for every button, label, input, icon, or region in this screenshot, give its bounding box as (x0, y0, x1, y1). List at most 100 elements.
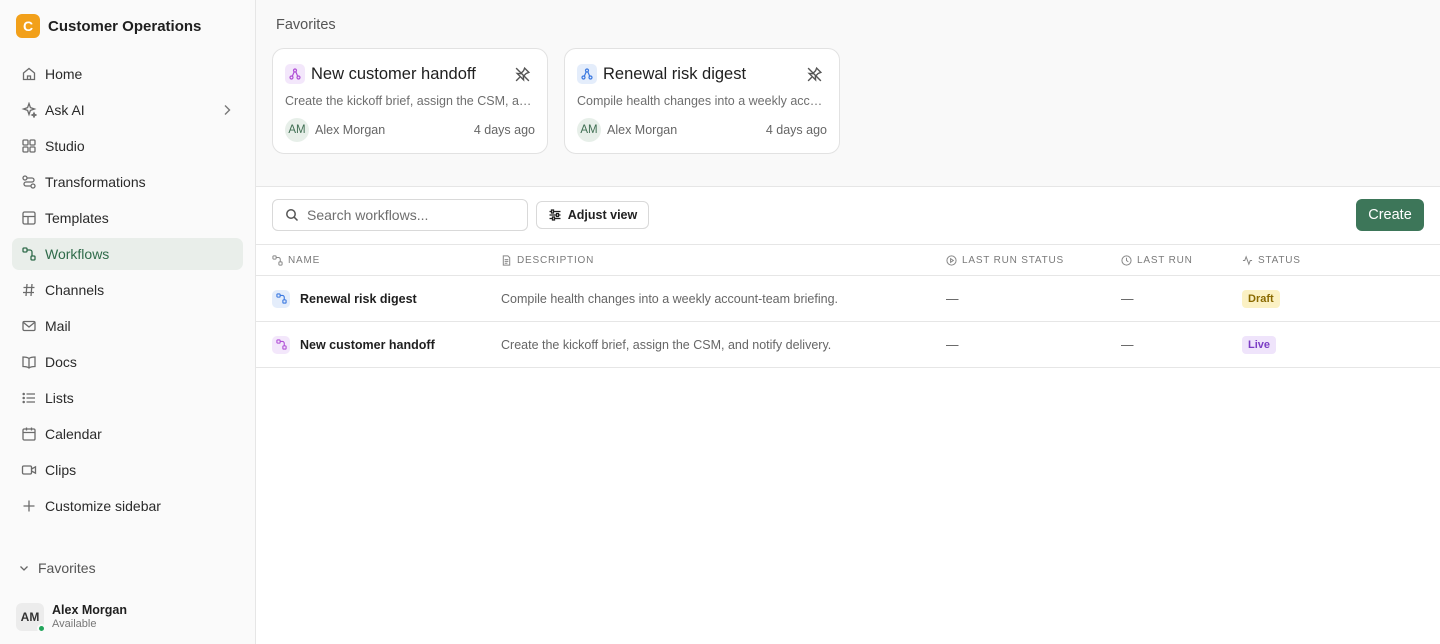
card-owner: Alex Morgan (315, 123, 386, 137)
table-row[interactable]: New customer handoff Create the kickoff … (256, 322, 1440, 368)
plus-icon (20, 498, 37, 515)
sliders-icon (548, 208, 562, 222)
sidebar-item-label: Ask AI (45, 102, 85, 118)
card-time: 4 days ago (473, 123, 535, 137)
activity-icon (1242, 255, 1253, 266)
column-label: DESCRIPTION (517, 255, 595, 266)
list-icon (20, 390, 37, 407)
last-run: — (1121, 337, 1134, 352)
unpin-icon[interactable] (514, 66, 531, 83)
sidebar-item-templates[interactable]: Templates (12, 202, 243, 234)
home-icon (20, 66, 37, 83)
sidebar-item-label: Clips (45, 462, 77, 478)
card-title: Renewal risk digest (603, 65, 747, 83)
avatar: AM (16, 603, 46, 633)
search-box[interactable] (272, 199, 528, 231)
sidebar-item-label: Customize sidebar (45, 498, 161, 514)
column-label: LAST RUN (1137, 255, 1193, 266)
avatar: AM (577, 118, 601, 142)
video-icon (20, 462, 37, 479)
transform-icon (20, 174, 37, 191)
search-icon (285, 208, 299, 222)
workflow-icon (285, 64, 305, 84)
sidebar-item-lists[interactable]: Lists (12, 382, 243, 414)
last-run: — (1121, 291, 1134, 306)
workflow-icon (577, 64, 597, 84)
user-profile[interactable]: AM Alex Morgan Available (16, 601, 127, 633)
table-header: NAME DESCRIPTION LAST RUN STATUS LAST RU… (256, 244, 1440, 276)
favorite-card[interactable]: Renewal risk digest Compile health chang… (564, 48, 840, 154)
user-status: Available (52, 618, 97, 630)
clock-icon (1121, 255, 1132, 266)
workflow-icon (272, 289, 290, 308)
sidebar-item-label: Studio (45, 138, 85, 154)
column-label: NAME (288, 255, 321, 266)
adjust-view-label: Adjust view (567, 208, 638, 222)
sidebar-item-label: Docs (45, 354, 77, 370)
toolbar: Adjust view Create (256, 187, 1440, 244)
sidebar-favorites-label: Favorites (38, 560, 96, 576)
sidebar-item-workflows[interactable]: Workflows (12, 238, 243, 270)
create-button[interactable]: Create (1356, 199, 1424, 231)
workspace-switcher[interactable]: C Customer Operations (16, 14, 201, 38)
sparkle-icon (20, 102, 37, 119)
column-header-last-run-status[interactable]: LAST RUN STATUS (946, 245, 1064, 276)
sidebar-item-docs[interactable]: Docs (12, 346, 243, 378)
avatar-initials: AM (20, 610, 40, 624)
sidebar-item-label: Lists (45, 390, 74, 406)
user-name: Alex Morgan (52, 603, 128, 617)
play-circle-icon (946, 255, 957, 266)
workflow-description: Create the kickoff brief, assign the CSM… (501, 337, 832, 352)
status-badge: Live (1242, 335, 1277, 354)
sidebar-item-home[interactable]: Home (12, 58, 243, 90)
column-label: STATUS (1258, 255, 1301, 266)
template-icon (20, 210, 37, 227)
sidebar-item-label: Channels (45, 282, 105, 298)
card-owner: Alex Morgan (607, 123, 678, 137)
sidebar-item-label: Calendar (45, 426, 102, 442)
favorites-title: Favorites (276, 17, 336, 33)
sidebar-item-customize[interactable]: Customize sidebar (12, 490, 243, 522)
workflow-name[interactable]: Renewal risk digest (300, 292, 417, 306)
column-header-last-run[interactable]: LAST RUN (1121, 245, 1193, 276)
calendar-icon (20, 426, 37, 443)
workspace-logo: C (16, 14, 40, 38)
main-content: Favorites New customer handoff Create th… (256, 0, 1440, 644)
status-badge: Draft (1242, 289, 1280, 308)
sidebar-item-clips[interactable]: Clips (12, 454, 243, 486)
sidebar-item-ask-ai[interactable]: Ask AI (12, 94, 243, 126)
sidebar-item-label: Mail (45, 318, 71, 334)
favorites-section: Favorites New customer handoff Create th… (256, 0, 1440, 187)
last-run-status: — (946, 291, 959, 306)
workspace-name: Customer Operations (48, 17, 202, 35)
unpin-icon[interactable] (806, 66, 823, 83)
sidebar-item-mail[interactable]: Mail (12, 310, 243, 342)
sidebar-item-label: Templates (45, 210, 109, 226)
card-description: Create the kickoff brief, assign the CSM… (285, 94, 535, 108)
search-input[interactable] (307, 207, 507, 223)
sidebar-item-label: Home (45, 66, 83, 82)
table-row[interactable]: Renewal risk digest Compile health chang… (256, 276, 1440, 322)
chevron-right-icon[interactable] (219, 102, 235, 118)
card-title: New customer handoff (311, 65, 476, 83)
sidebar-favorites-toggle[interactable]: Favorites (18, 558, 96, 578)
sidebar-item-calendar[interactable]: Calendar (12, 418, 243, 450)
workflow-name[interactable]: New customer handoff (300, 338, 435, 352)
column-label: LAST RUN STATUS (962, 255, 1065, 266)
adjust-view-button[interactable]: Adjust view (536, 201, 649, 229)
favorite-card[interactable]: New customer handoff Create the kickoff … (272, 48, 548, 154)
column-header-name[interactable]: NAME (272, 245, 320, 276)
sidebar-item-studio[interactable]: Studio (12, 130, 243, 162)
sidebar-item-label: Transformations (45, 174, 146, 190)
workflow-description: Compile health changes into a weekly acc… (501, 291, 838, 306)
column-header-description[interactable]: DESCRIPTION (501, 245, 594, 276)
sidebar-item-channels[interactable]: Channels (12, 274, 243, 306)
chevron-down-icon (18, 562, 30, 574)
avatar: AM (285, 118, 309, 142)
book-icon (20, 354, 37, 371)
column-header-status[interactable]: STATUS (1242, 245, 1301, 276)
workflow-icon (272, 335, 290, 354)
sidebar-item-transformations[interactable]: Transformations (12, 166, 243, 198)
last-run-status: — (946, 337, 959, 352)
document-icon (501, 255, 512, 266)
